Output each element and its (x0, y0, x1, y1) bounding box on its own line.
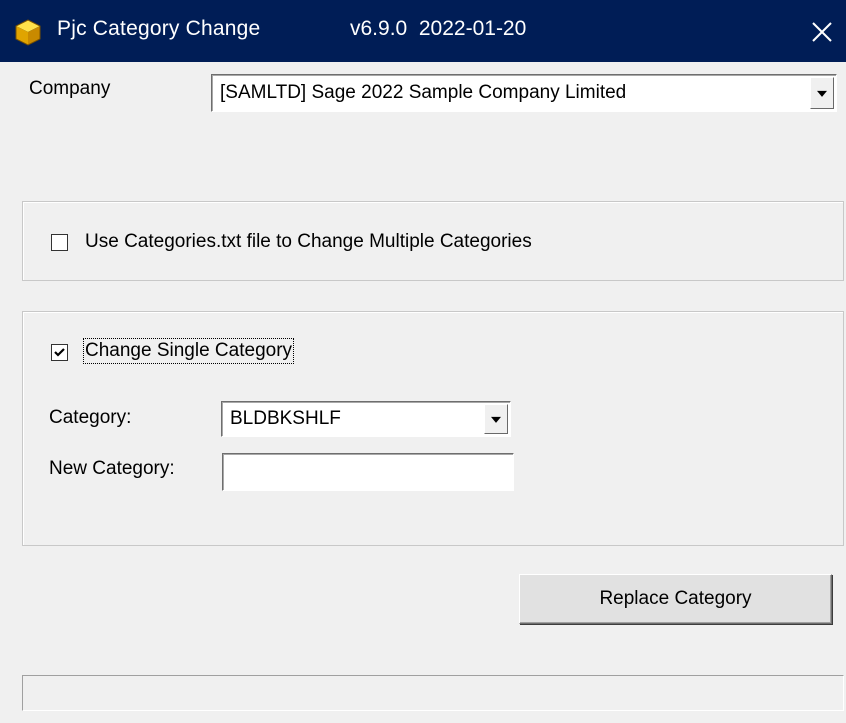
multi-category-group: Use Categories.txt file to Change Multip… (22, 201, 844, 281)
single-category-group: Change Single Category Category: BLDBKSH… (22, 311, 844, 546)
category-select[interactable]: BLDBKSHLF (221, 401, 511, 437)
new-category-label: New Category: (49, 458, 175, 479)
window-version: v6.9.0 2022-01-20 (350, 17, 527, 40)
company-select[interactable]: [SAMLTD] Sage 2022 Sample Company Limite… (211, 74, 837, 112)
multi-category-checkbox[interactable] (51, 234, 68, 251)
single-category-label[interactable]: Change Single Category (82, 338, 295, 364)
category-label: Category: (49, 407, 132, 428)
category-dropdown-button[interactable] (484, 404, 508, 434)
chevron-down-icon (491, 416, 501, 423)
chevron-down-icon (817, 90, 827, 97)
company-select-value: [SAMLTD] Sage 2022 Sample Company Limite… (220, 82, 627, 103)
single-category-checkbox[interactable] (51, 344, 68, 361)
multi-category-label[interactable]: Use Categories.txt file to Change Multip… (85, 231, 532, 253)
category-select-value: BLDBKSHLF (230, 408, 341, 429)
company-dropdown-button[interactable] (810, 77, 834, 109)
app-window: Pjc Category Change v6.9.0 2022-01-20 Co… (0, 0, 846, 723)
checkmark-icon (54, 348, 65, 357)
window-title: Pjc Category Change (57, 17, 261, 40)
status-bar (22, 675, 844, 711)
replace-category-button[interactable]: Replace Category (519, 574, 832, 624)
close-icon[interactable] (800, 10, 844, 54)
yellow-cube-icon (14, 18, 42, 46)
title-bar[interactable]: Pjc Category Change v6.9.0 2022-01-20 (0, 0, 846, 62)
company-label: Company (29, 78, 111, 99)
new-category-input[interactable] (222, 453, 514, 491)
